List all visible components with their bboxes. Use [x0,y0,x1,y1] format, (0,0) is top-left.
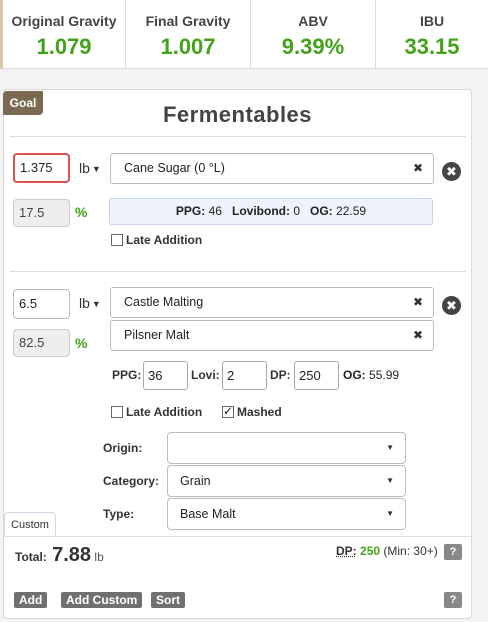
lovi-input[interactable]: 2 [222,361,267,390]
late-addition-option[interactable]: Late Addition [111,405,202,419]
stat-value: 33.15 [404,34,460,59]
dropdown-arrow-icon: ▼ [386,443,394,452]
dp-label: DP: [270,368,291,382]
amount-input[interactable]: 1.375 [13,153,70,183]
caret-down-icon: ▼ [91,164,101,174]
lovi-label: Lovi: [191,368,220,382]
divider [10,271,466,272]
stat-final-gravity: Final Gravity 1.007 [126,0,251,69]
type-label: Type: [103,507,135,521]
dropdown-arrow-icon: ▼ [386,476,394,485]
sort-button[interactable]: Sort [151,592,185,608]
late-addition-checkbox[interactable] [111,234,123,246]
clear-icon[interactable]: ✖ [413,321,423,350]
mashed-label: Mashed [237,405,282,419]
og-value: 22.59 [336,204,367,218]
stats-bar: Original Gravity 1.079 Final Gravity 1.0… [0,0,488,69]
lovibond-value: 0 [293,204,300,218]
og-readout: OG: 55.99 [343,361,399,389]
dp-input[interactable]: 250 [294,361,339,390]
total-label: Total: [15,550,47,564]
percent-input[interactable]: 82.5 [13,329,70,357]
help-icon[interactable]: ? [444,592,462,608]
dp-value: 250 [360,544,381,558]
lovibond-label: Lovibond: [231,204,290,218]
divider [4,536,471,537]
category-value: Grain [180,474,211,488]
remove-fermentable-button[interactable]: ✖ [442,296,461,315]
maltster-field[interactable]: Castle Malting ✖ [110,287,434,318]
late-addition-option[interactable]: Late Addition [111,233,202,247]
total-value: 7.88 [52,544,92,566]
stat-label: ABV [298,13,328,29]
origin-label: Origin: [103,441,143,455]
ppg-value: 46 [208,204,222,218]
type-value: Base Malt [180,507,236,521]
category-select[interactable]: Grain ▼ [167,465,406,497]
stat-value: 9.39% [281,34,345,59]
late-addition-label: Late Addition [126,233,203,247]
dp-min: (Min: 30+) [383,544,438,558]
stat-value: 1.007 [160,34,216,59]
late-addition-checkbox[interactable] [111,406,123,418]
origin-select[interactable]: ▼ [167,432,406,464]
category-label: Category: [103,474,160,488]
percent-symbol: % [75,335,88,351]
remove-fermentable-button[interactable]: ✖ [442,162,461,181]
stat-label: Final Gravity [145,13,231,29]
unit-select[interactable]: lb ▼ [79,153,101,185]
ppg-label: PPG: [112,368,142,382]
og-value: 55.99 [369,368,400,382]
help-icon[interactable]: ? [444,544,462,560]
fermentable-name-field[interactable]: Pilsner Malt ✖ [110,320,434,351]
diastatic-power: DP: 250 (Min: 30+) [336,544,438,558]
fermentable-info: PPG: 46 Lovibond: 0 OG: 22.59 [109,198,433,225]
unit-select[interactable]: lb ▼ [79,288,101,320]
caret-down-icon: ▼ [91,299,101,309]
ppg-input[interactable]: 36 [143,361,188,390]
type-select[interactable]: Base Malt ▼ [167,498,406,530]
mashed-option[interactable]: Mashed [222,404,282,419]
maltster-name: Castle Malting [124,295,204,309]
unit-label: lb [79,160,90,176]
stat-label: IBU [419,13,445,29]
panel-title: Fermentables [162,102,313,127]
fermentable-name-field[interactable]: Cane Sugar (0 °L) ✖ [110,153,434,184]
fermentable-name: Pilsner Malt [124,328,190,342]
stat-original-gravity: Original Gravity 1.079 [0,0,126,69]
stat-value: 1.079 [36,34,92,59]
custom-tab[interactable]: Custom [4,512,56,536]
total-unit: lb [94,550,104,564]
og-label: OG: [343,368,366,382]
percent-input[interactable]: 17.5 [13,199,70,227]
stat-ibu: IBU 33.15 [376,0,488,69]
divider [10,136,466,137]
unit-label: lb [79,295,90,311]
dp-label: DP: [336,544,357,558]
stat-label: Original Gravity [11,13,117,29]
total-weight: Total: 7.88 lb [15,544,104,567]
stat-abv: ABV 9.39% [251,0,376,69]
clear-icon[interactable]: ✖ [413,288,423,317]
add-button[interactable]: Add [14,592,48,608]
ppg-label: PPG: [175,204,206,218]
og-label: OG: [310,204,333,218]
late-addition-label: Late Addition [126,405,203,419]
dropdown-arrow-icon: ▼ [386,509,394,518]
mashed-checkbox[interactable] [222,404,234,418]
add-custom-button[interactable]: Add Custom [61,592,143,608]
clear-icon[interactable]: ✖ [413,154,423,183]
fermentable-name: Cane Sugar (0 °L) [124,161,225,175]
percent-symbol: % [75,204,88,220]
amount-input[interactable]: 6.5 [13,289,70,319]
